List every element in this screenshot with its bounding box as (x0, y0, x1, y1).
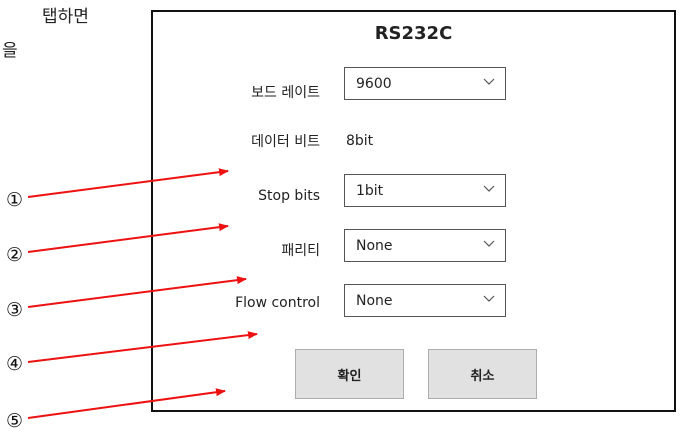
annotation-arrows (27, 168, 258, 419)
arrow-3 (27, 276, 247, 308)
arrow-1 (27, 168, 229, 198)
arrow-5 (27, 388, 226, 419)
arrow-4 (27, 331, 258, 363)
arrow-2 (27, 223, 229, 253)
